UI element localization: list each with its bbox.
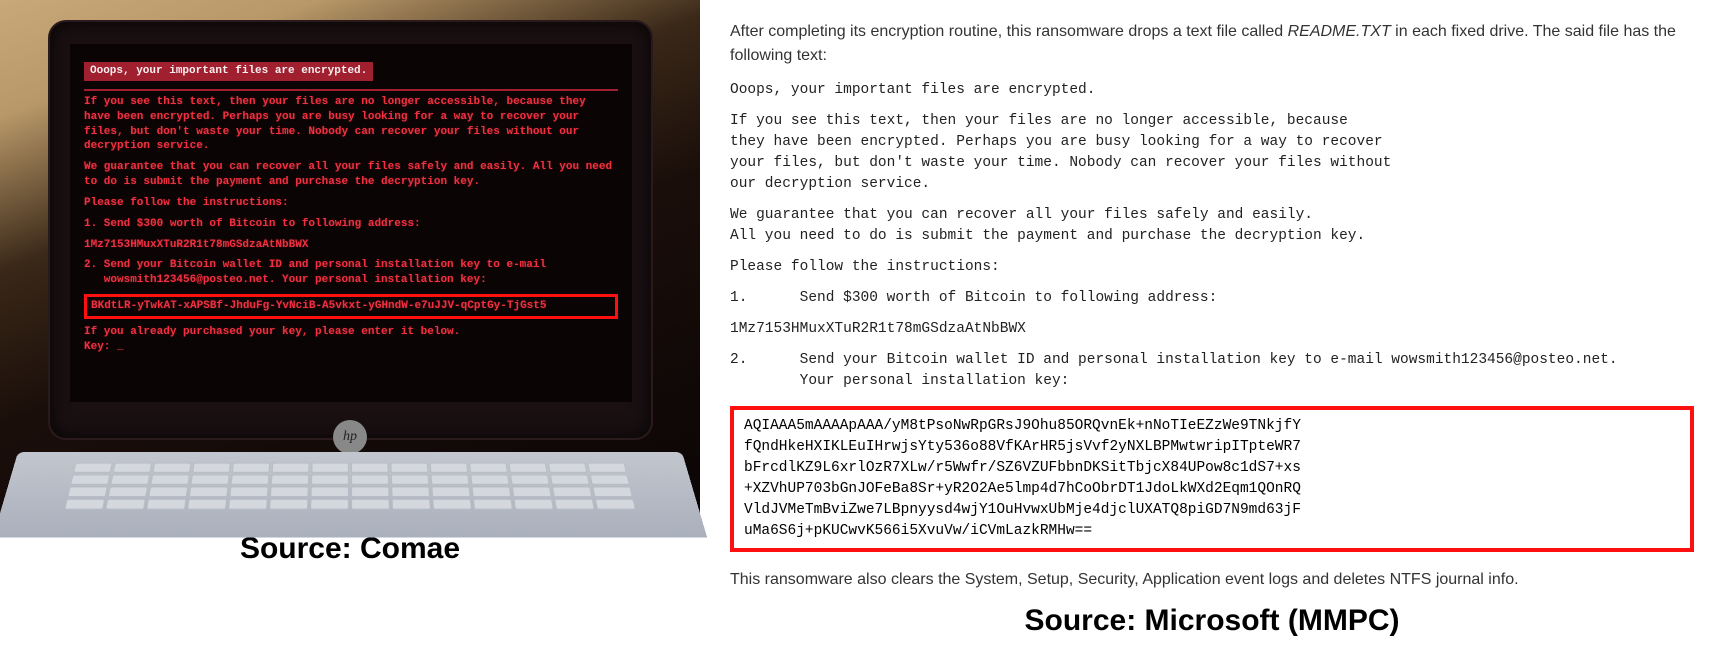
left-panel: Ooops, your important files are encrypte… [0, 0, 700, 595]
intro-before: After completing its encryption routine,… [730, 23, 1288, 40]
note-line: 1. Send $300 worth of Bitcoin to followi… [730, 288, 1694, 309]
source-caption-right: Source: Microsoft (MMPC) [730, 592, 1694, 648]
comparison-figure: Ooops, your important files are encrypte… [0, 0, 1724, 595]
bitcoin-address: 1Mz7153HMuxXTuR2R1t78mGSdzaAtNbBWX [730, 319, 1694, 340]
note-block: If you see this text, then your files ar… [730, 111, 1694, 195]
divider [84, 89, 618, 91]
ransom-line: If you already purchased your key, pleas… [84, 325, 618, 355]
readme-filename: README.TXT [1288, 23, 1391, 40]
bitcoin-address: 1Mz7153HMuxXTuR2R1t78mGSdzaAtNbBWX [84, 238, 618, 253]
laptop-photo: Ooops, your important files are encrypte… [0, 0, 700, 520]
ransom-header: Ooops, your important files are encrypte… [84, 62, 373, 81]
intro-text: After completing its encryption routine,… [730, 20, 1694, 68]
hp-logo-icon: hp [333, 420, 367, 454]
laptop-keyboard [0, 452, 707, 537]
installation-key-box: AQIAAA5mAAAApAAA/yM8tPsoNwRpGRsJ9Ohu85OR… [730, 406, 1694, 552]
note-block: 2. Send your Bitcoin wallet ID and perso… [730, 350, 1694, 392]
keys [64, 463, 636, 510]
installation-key: BKdtLR-yTwkAT-xAPSBf-JhduFg-YvNciB-A5vkx… [91, 299, 611, 314]
ransom-screen: Ooops, your important files are encrypte… [70, 44, 632, 402]
ransom-line: Please follow the instructions: [84, 196, 618, 211]
ransom-line: If you see this text, then your files ar… [84, 95, 618, 154]
note-line: Ooops, your important files are encrypte… [730, 80, 1694, 101]
note-block: We guarantee that you can recover all yo… [730, 205, 1694, 247]
ransom-line: 1. Send $300 worth of Bitcoin to followi… [84, 217, 618, 232]
installation-key-box: BKdtLR-yTwkAT-xAPSBf-JhduFg-YvNciB-A5vkx… [84, 294, 618, 319]
outro-text: This ransomware also clears the System, … [730, 568, 1694, 592]
right-panel: After completing its encryption routine,… [700, 0, 1724, 595]
note-line: Please follow the instructions: [730, 257, 1694, 278]
ransom-line: We guarantee that you can recover all yo… [84, 160, 618, 190]
ransom-line: 2. Send your Bitcoin wallet ID and perso… [84, 258, 618, 288]
